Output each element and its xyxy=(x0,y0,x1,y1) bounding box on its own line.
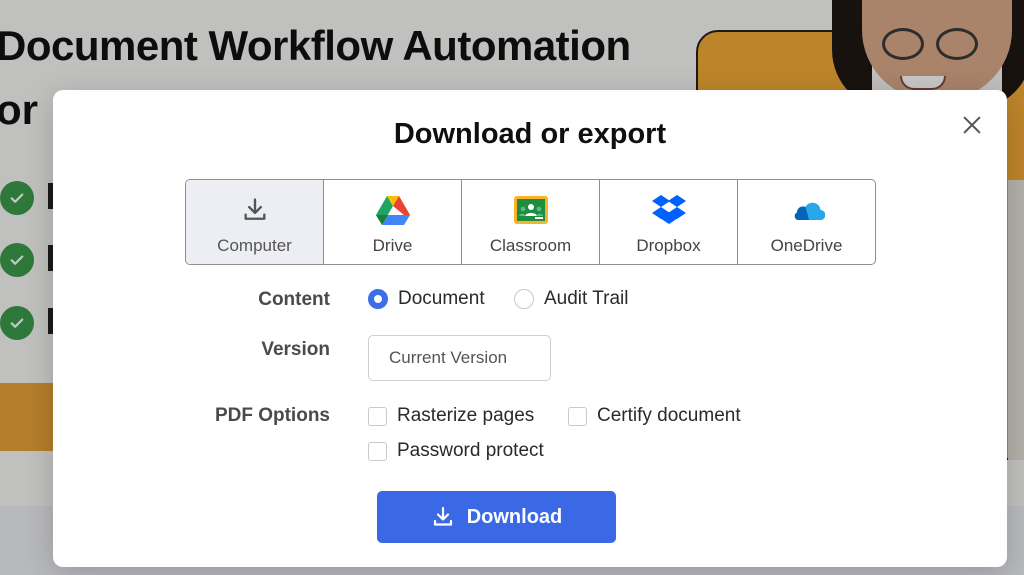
google-drive-icon xyxy=(375,193,411,227)
content-label: Content xyxy=(258,289,330,310)
content-option-audit-trail[interactable]: Audit Trail xyxy=(514,288,628,310)
destination-drive[interactable]: Drive xyxy=(324,180,462,264)
radio-label: Document xyxy=(398,288,485,309)
version-label: Version xyxy=(261,339,330,360)
destination-label: Dropbox xyxy=(636,236,701,255)
checkbox-label: Password protect xyxy=(397,440,544,461)
download-button-label: Download xyxy=(466,505,563,528)
radio-button[interactable] xyxy=(514,289,534,309)
pdf-option-password[interactable]: Password protect xyxy=(368,440,544,462)
checkbox-label: Certify document xyxy=(597,405,741,426)
pdf-option-certify[interactable]: Certify document xyxy=(568,405,741,427)
destination-label: Drive xyxy=(372,236,413,255)
google-classroom-icon xyxy=(513,193,549,227)
version-select[interactable]: Current Version xyxy=(368,335,551,381)
dialog-title: Download or export xyxy=(393,118,667,150)
close-icon xyxy=(963,116,981,134)
download-icon xyxy=(433,506,452,526)
radio-label: Audit Trail xyxy=(544,288,629,309)
radio-button[interactable] xyxy=(368,289,388,309)
destination-selector: Computer Drive Classroom Dropbox OneDriv… xyxy=(185,179,876,265)
checkbox[interactable] xyxy=(368,406,387,426)
destination-onedrive[interactable]: OneDrive xyxy=(738,180,875,264)
destination-label: OneDrive xyxy=(770,236,843,255)
checkbox[interactable] xyxy=(368,441,387,461)
onedrive-icon xyxy=(789,193,825,227)
pdf-options-label: PDF Options xyxy=(214,405,330,426)
download-button[interactable]: Download xyxy=(377,491,616,543)
destination-label: Classroom xyxy=(489,236,572,255)
close-button[interactable] xyxy=(959,112,985,138)
destination-dropbox[interactable]: Dropbox xyxy=(600,180,738,264)
destination-label: Computer xyxy=(217,236,292,255)
checkbox[interactable] xyxy=(568,406,587,426)
destination-computer[interactable]: Computer xyxy=(186,180,324,264)
checkbox-label: Rasterize pages xyxy=(397,405,535,426)
download-export-dialog: Download or export Computer Drive Classr… xyxy=(53,90,1007,567)
pdf-option-rasterize[interactable]: Rasterize pages xyxy=(368,405,534,427)
dropbox-icon xyxy=(651,193,687,227)
download-icon xyxy=(237,193,273,227)
destination-classroom[interactable]: Classroom xyxy=(462,180,600,264)
content-option-document[interactable]: Document xyxy=(368,288,485,310)
